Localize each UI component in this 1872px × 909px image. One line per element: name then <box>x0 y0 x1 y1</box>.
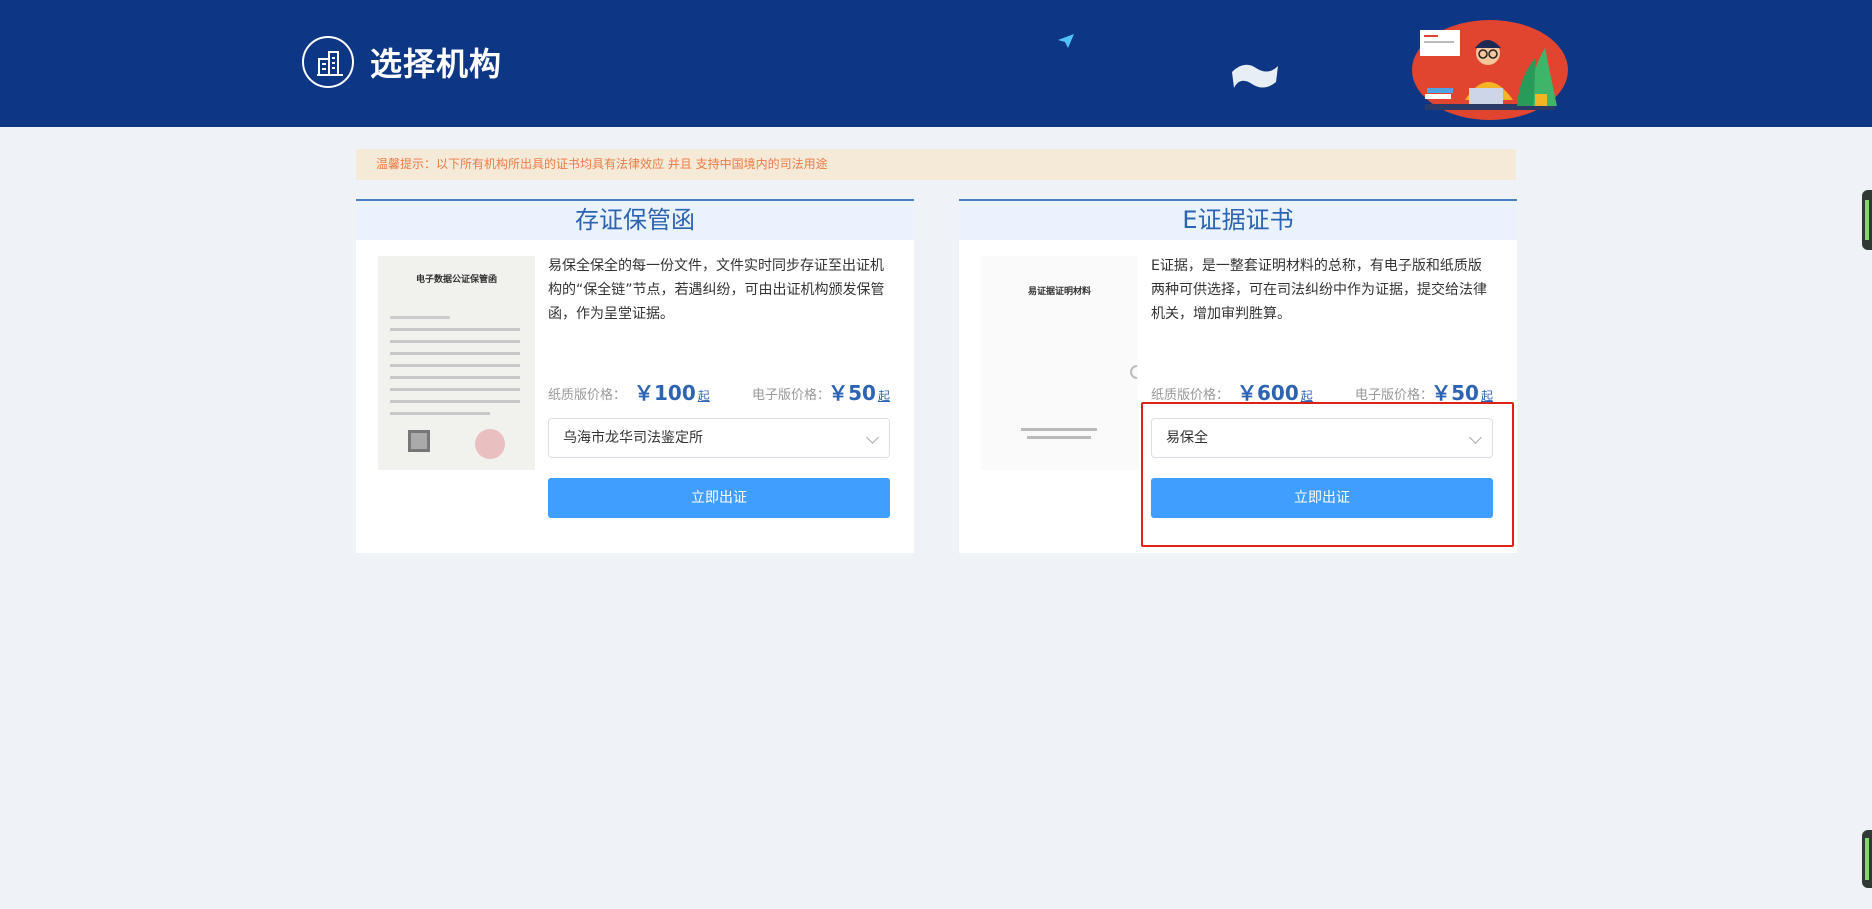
e-price-label: 电子版价格： <box>752 388 831 403</box>
paper-price-label: 纸质版价格： <box>548 388 627 403</box>
product-card-storage-letter: 存证保管函 电子数据公证保管函 易保全保全的每一份文件，文件实时同步存证至出证机… <box>356 199 914 553</box>
certificate-preview-image: 易证据证明材料 <box>981 256 1138 470</box>
building-icon <box>302 36 354 88</box>
institution-select-value: 乌海市龙华司法鉴定所 <box>563 430 703 446</box>
office-worker-illustration <box>1412 20 1568 120</box>
issue-certificate-button[interactable]: 立即出证 <box>548 478 890 518</box>
side-widget-bottom[interactable] <box>1862 830 1872 888</box>
notice-bar: 温馨提示：以下所有机构所出具的证书均具有法律效应 并且 支持中国境内的司法用途 <box>356 149 1516 180</box>
card-description: 易保全保全的每一份文件，文件实时同步存证至出证机构的“保全链”节点，若遇纠纷，可… <box>548 258 885 322</box>
chevron-down-icon <box>866 431 879 444</box>
price-row: 纸质版价格： ￥600 起 电子版价格： ￥50 起 <box>1151 375 1493 405</box>
institution-select[interactable]: 乌海市龙华司法鉴定所 <box>548 418 890 458</box>
paper-price-value: ￥100 起 <box>634 381 710 405</box>
certificate-preview-image: 电子数据公证保管函 <box>378 256 535 470</box>
preview-doc-title: 电子数据公证保管函 <box>415 275 497 285</box>
card-title: 存证保管函 <box>356 201 914 240</box>
preview-doc-title: 易证据证明材料 <box>1027 287 1091 297</box>
side-widget-top[interactable] <box>1862 190 1872 250</box>
paper-price-label: 纸质版价格： <box>1151 388 1230 403</box>
card-title: E证据证书 <box>959 201 1517 240</box>
highlight-annotation <box>1141 402 1514 547</box>
e-price-value: ￥50 起 <box>828 381 890 405</box>
paper-decoration-icon <box>1232 64 1278 88</box>
price-row: 纸质版价格： ￥100 起 电子版价格： ￥50 起 <box>548 375 890 405</box>
card-description: E证据，是一整套证明材料的总称，有电子版和纸质版两种可供选择，可在司法纠纷中作为… <box>1151 258 1487 322</box>
e-price-label: 电子版价格： <box>1355 388 1434 403</box>
header-banner: 选择机构 <box>0 0 1872 127</box>
paper-plane-icon <box>1058 34 1074 48</box>
page-title: 选择机构 <box>370 45 503 83</box>
